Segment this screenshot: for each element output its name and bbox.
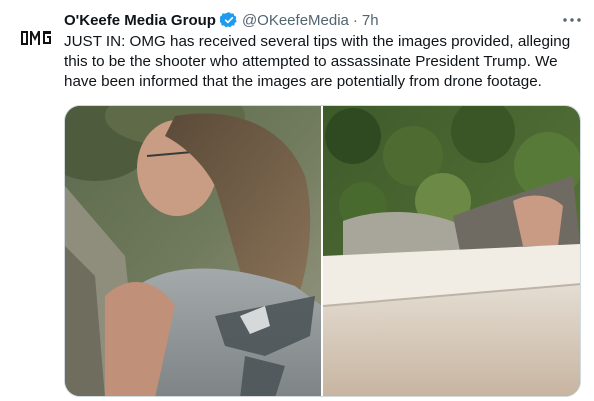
timestamp[interactable]: 7h bbox=[362, 12, 379, 29]
author-name[interactable]: O'Keefe Media Group bbox=[64, 12, 216, 29]
verified-badge-icon[interactable] bbox=[219, 11, 238, 29]
tweet-text-line: have been informed that the images are p… bbox=[64, 73, 542, 90]
more-options-icon[interactable] bbox=[560, 10, 584, 30]
avatar[interactable] bbox=[16, 18, 56, 58]
person-photo-image bbox=[65, 106, 321, 396]
omg-logo-icon bbox=[21, 31, 51, 45]
tweet-text-line: JUST IN: OMG has received several tips w… bbox=[64, 33, 571, 50]
tweet-text: JUST IN: OMG has received several tips w… bbox=[64, 32, 584, 92]
author-handle[interactable]: @OKeefeMedia bbox=[242, 12, 349, 29]
tweet-text-line: this to be the shooter who attempted to … bbox=[64, 53, 558, 70]
rooftop-photo-image bbox=[323, 106, 580, 396]
tweet-card[interactable]: O'Keefe Media Group @OKeefeMedia · 7h JU… bbox=[0, 0, 594, 401]
media-photo-2[interactable] bbox=[323, 106, 580, 396]
tweet-header: O'Keefe Media Group @OKeefeMedia · 7h bbox=[64, 10, 574, 30]
separator-dot: · bbox=[352, 11, 358, 29]
media-photo-1[interactable] bbox=[65, 106, 321, 396]
media-grid bbox=[64, 105, 581, 397]
